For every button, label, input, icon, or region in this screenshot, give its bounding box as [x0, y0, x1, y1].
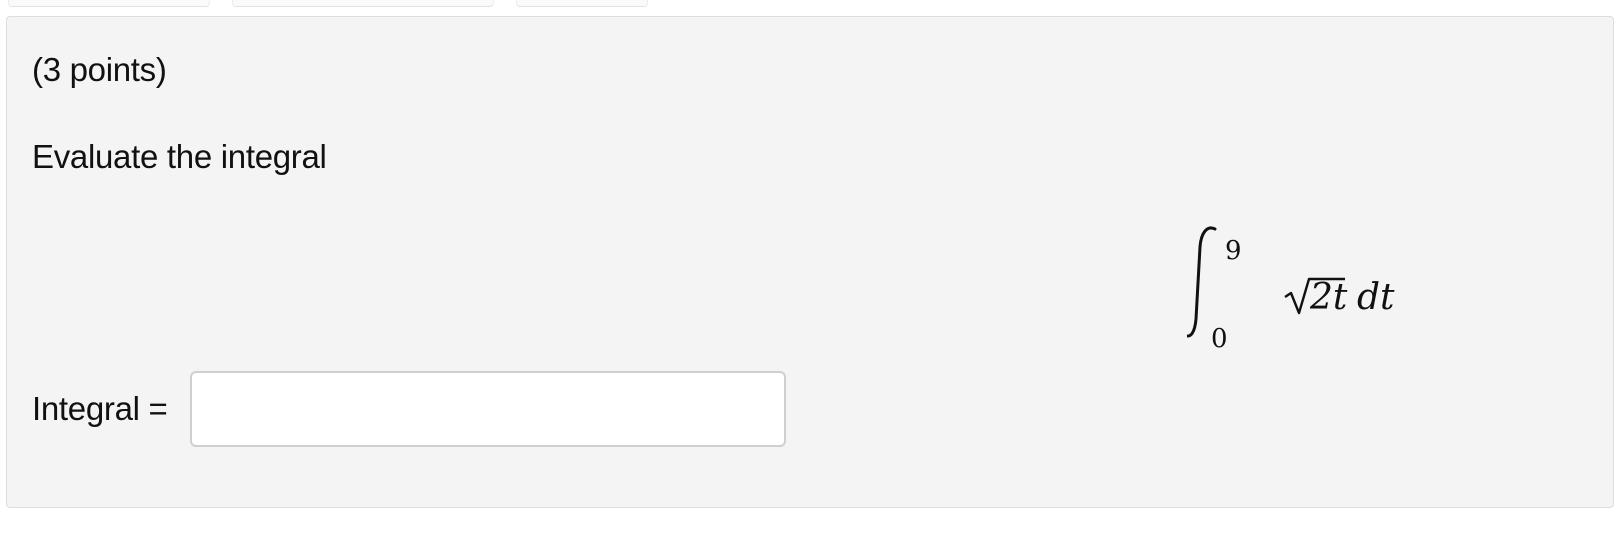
top-strip — [0, 0, 1623, 14]
points-label: (3 points) — [32, 51, 167, 88]
integral-expression: 9 0 2t dt — [1183, 217, 1427, 367]
top-tab-3 — [516, 0, 648, 7]
integral-svg: 9 0 2t dt — [1183, 226, 1395, 354]
answer-label: Integral = — [32, 390, 168, 427]
problem-box: (3 points) Evaluate the integral 9 0 2t … — [6, 16, 1614, 508]
answer-row: Integral = — [32, 369, 786, 449]
top-tab-2 — [232, 0, 494, 7]
integral-sign — [1183, 226, 1217, 338]
upper-limit: 9 — [1225, 236, 1242, 266]
top-tab-1 — [8, 0, 210, 7]
integral-answer-input[interactable] — [189, 371, 786, 447]
differential: dt — [1357, 277, 1395, 318]
lower-limit: 0 — [1211, 324, 1228, 354]
problem-prompt: Evaluate the integral — [32, 138, 327, 175]
radicand: 2t — [1309, 277, 1348, 318]
